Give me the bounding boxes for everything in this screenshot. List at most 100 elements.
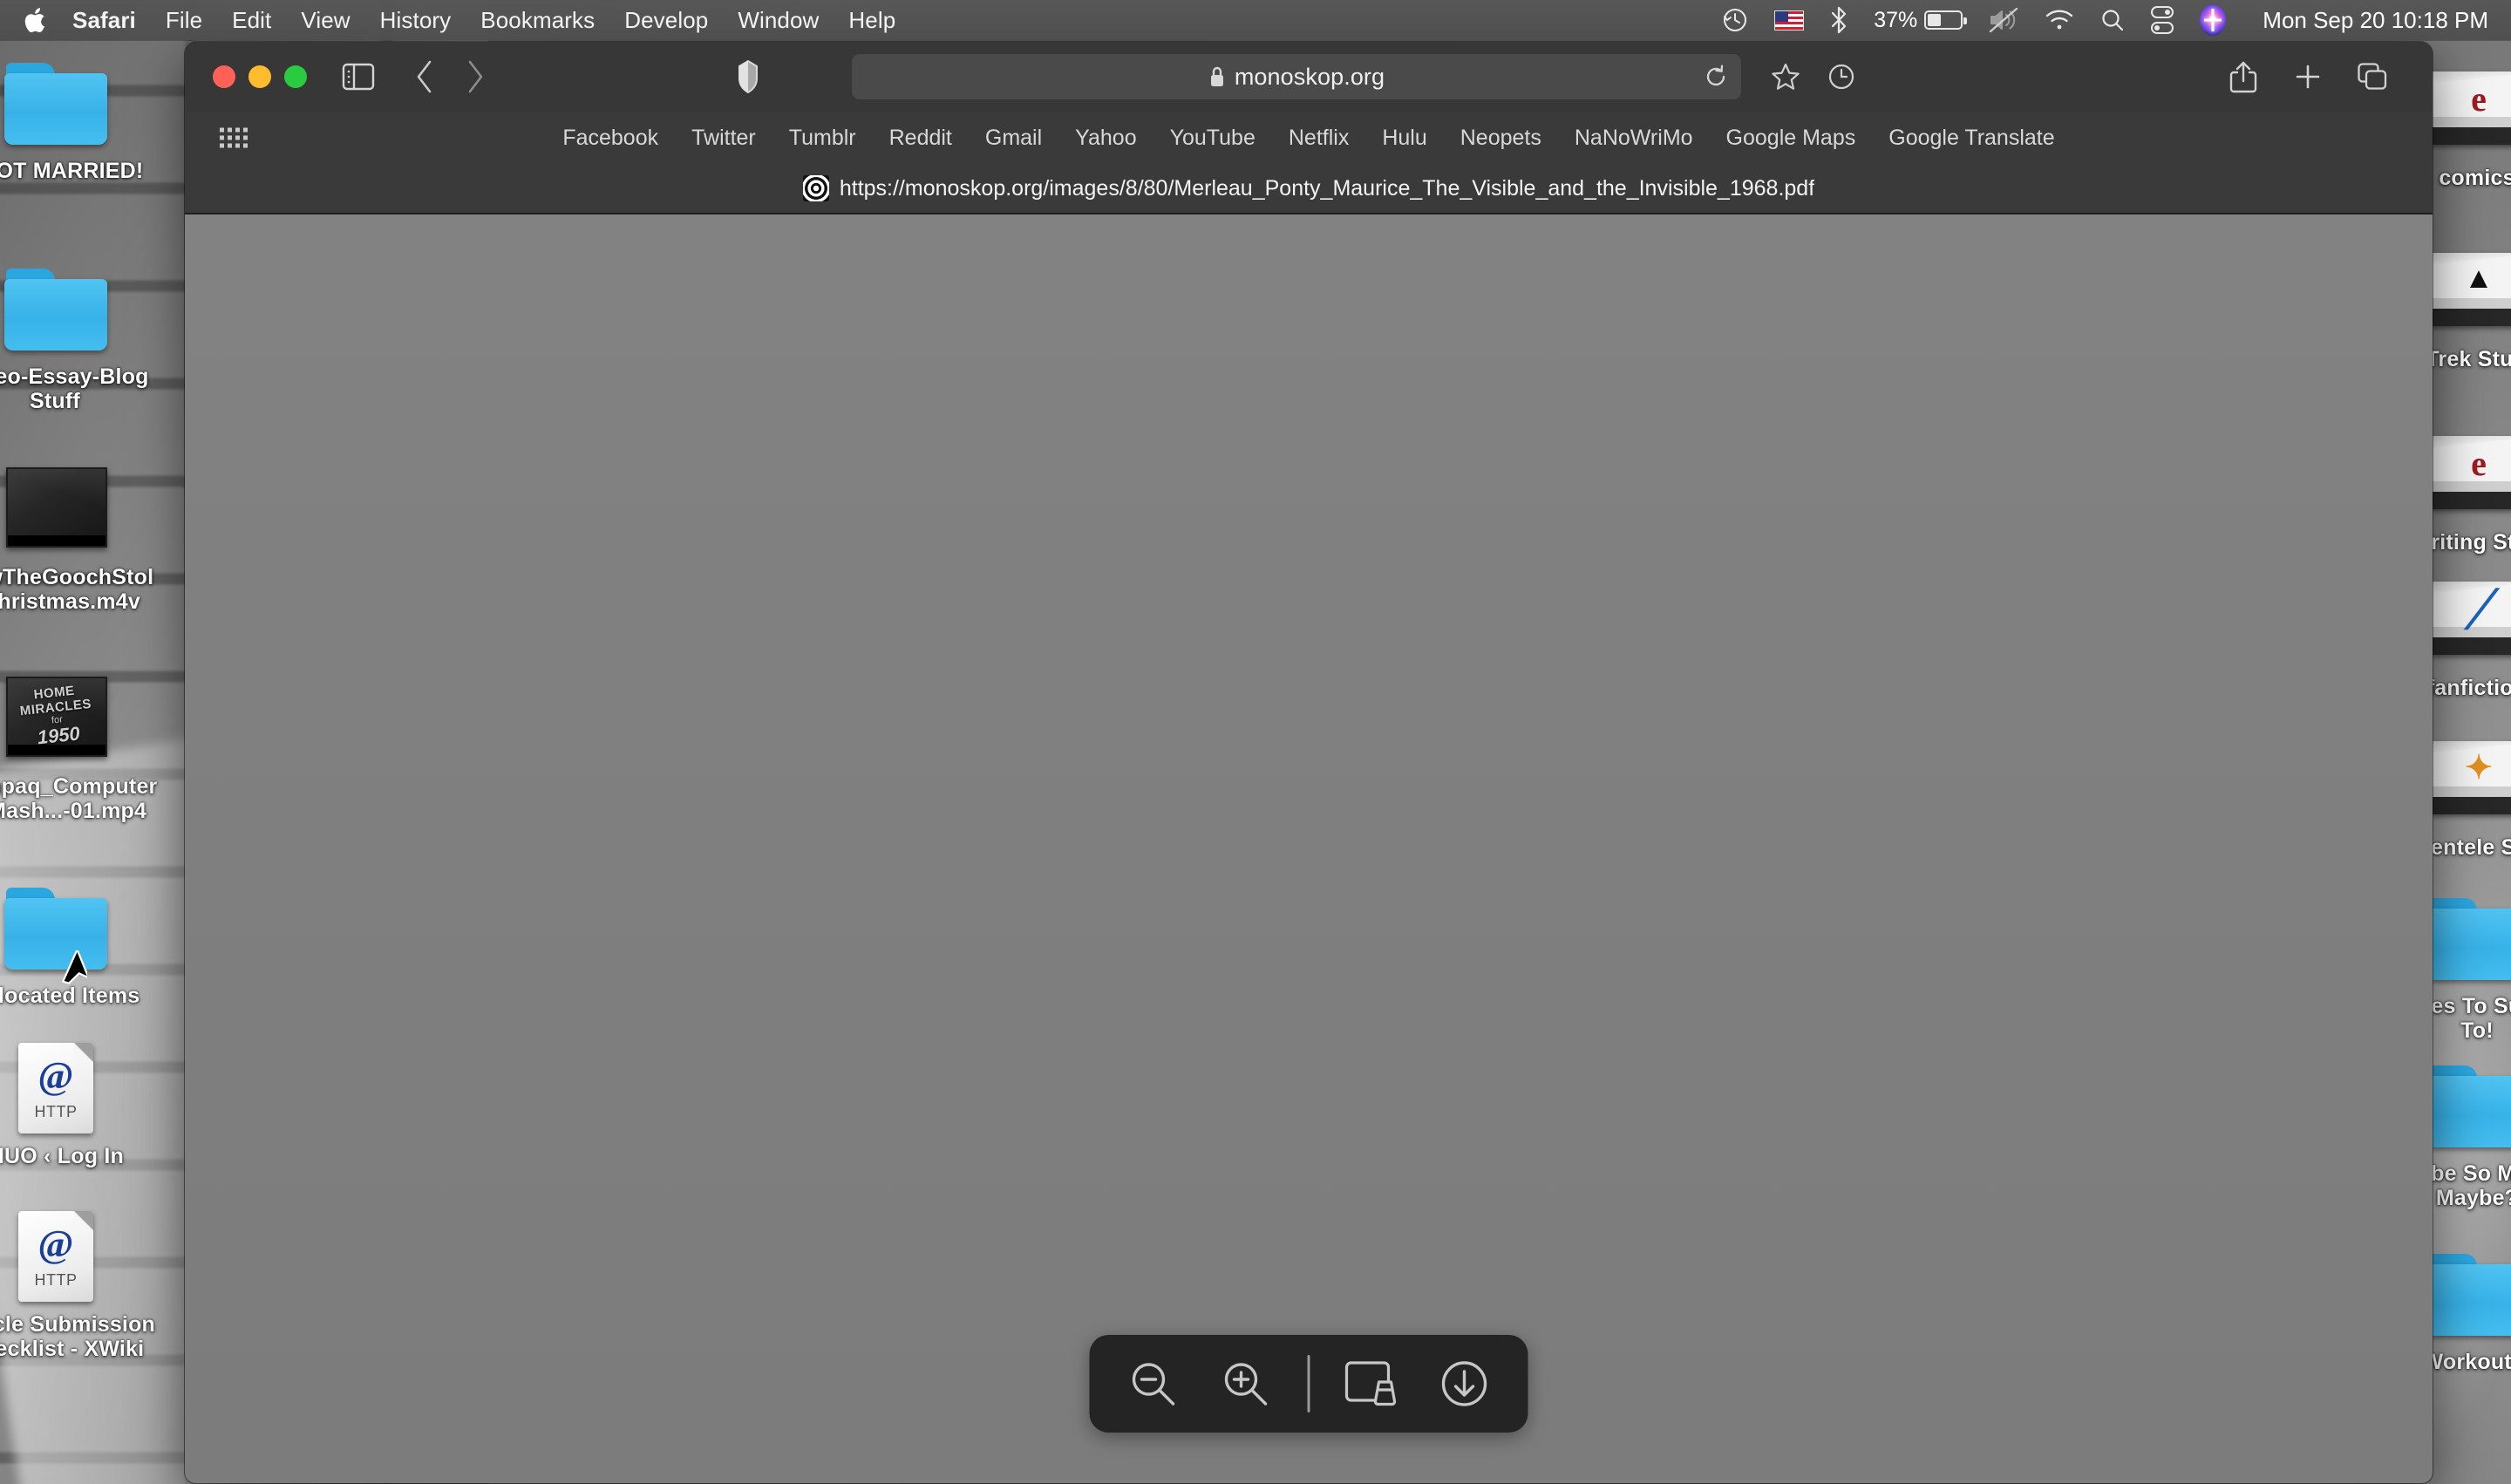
time-machine-icon[interactable] [1709, 0, 1761, 40]
mouse-pointer [58, 947, 91, 989]
icon-mark: ✦ [2465, 750, 2493, 786]
zoom-button[interactable] [284, 65, 307, 88]
webloc-at-symbol: @ [37, 1054, 74, 1097]
bookmark-yahoo[interactable]: Yahoo [1058, 126, 1153, 151]
address-text: monoskop.org [1234, 63, 1385, 90]
bookmark-youtube[interactable]: YouTube [1153, 126, 1272, 151]
wifi-icon[interactable] [2031, 0, 2087, 40]
control-center-icon[interactable] [2138, 0, 2187, 40]
bookmark-reddit[interactable]: Reddit [873, 126, 969, 151]
desktop-icon-muo-log-in[interactable]: @ HTTP MUO ‹ Log In [0, 1039, 155, 1168]
bookmark-netflix[interactable]: Netflix [1272, 126, 1365, 151]
comic-document-icon: e [2421, 425, 2511, 521]
toolbar-right-buttons [2218, 51, 2433, 102]
bluetooth-icon[interactable] [1817, 0, 1861, 40]
icon-mark: ╱ [2467, 589, 2490, 629]
icon-mark: ▲ [2464, 262, 2494, 295]
folder-icon [2421, 1057, 2511, 1153]
volume-muted-icon[interactable] [1976, 0, 2031, 40]
menu-edit[interactable]: Edit [217, 7, 286, 34]
open-in-preview-icon[interactable] [1342, 1353, 1403, 1414]
address-accessory-icons [1760, 51, 1867, 102]
navigation-buttons [399, 51, 500, 102]
menu-develop[interactable]: Develop [609, 7, 723, 34]
tab-overview-icon[interactable] [2347, 51, 2398, 102]
menu-view[interactable]: View [286, 7, 364, 34]
menu-history[interactable]: History [365, 7, 466, 34]
menu-window[interactable]: Window [723, 7, 834, 34]
minimize-button[interactable] [248, 65, 271, 88]
bookmark-tumblr[interactable]: Tumblr [772, 126, 873, 151]
desktop-icon-video-essay-blog-stuff[interactable]: Video-Essay-Blog Stuff [0, 260, 155, 413]
folder-icon [0, 879, 111, 975]
desktop-icon-article-submission-checklist[interactable]: @ HTTP Article Submission Checklist - XW… [0, 1208, 155, 1361]
apple-logo-icon[interactable] [16, 6, 58, 34]
menu-bar-status-items: 37% Mon Sep 20 10:18 PM [1709, 0, 2511, 40]
desktop-icon-label: I GOT MARRIED! [0, 159, 144, 183]
bookmark-facebook[interactable]: Facebook [546, 126, 675, 151]
desktop-icon-label: MUO ‹ Log In [0, 1144, 124, 1168]
tab-active[interactable]: https://monoskop.org/images/8/80/Merleau… [802, 175, 1814, 201]
magnifier-minus-icon[interactable] [1123, 1353, 1184, 1414]
desktop-icon-compaq-computers-mashup[interactable]: HOME MIRACLES for 1950 Compaq_Computers_… [0, 670, 158, 823]
webloc-icon: @ HTTP [0, 1208, 111, 1304]
comic-document-icon: ✦ [2421, 731, 2511, 827]
bookmark-google-maps[interactable]: Google Maps [1710, 126, 1873, 151]
magnifier-plus-icon[interactable] [1215, 1353, 1276, 1414]
desktop-icon-label: HowTheGoochStoleChristmas.m4v [0, 565, 154, 614]
comic-document-icon: e [2421, 61, 2511, 157]
sidebar-icon[interactable] [333, 51, 384, 102]
menu-bar-clock[interactable]: Mon Sep 20 10:18 PM [2239, 0, 2488, 40]
desktop-icon-label: Compaq_Computers_Mash...-01.mp4 [0, 774, 158, 823]
menu-bookmarks[interactable]: Bookmarks [466, 7, 609, 34]
us-flag-icon[interactable] [1761, 0, 1817, 40]
address-input[interactable]: monoskop.org [852, 54, 1741, 99]
privacy-shield-icon[interactable] [723, 51, 773, 102]
safari-window[interactable]: monoskop.org Facebook Twitter Tumblr Red… [185, 42, 2433, 1483]
menu-help[interactable]: Help [834, 7, 910, 34]
menu-file[interactable]: File [151, 7, 217, 34]
folder-icon [2421, 889, 2511, 985]
siri-icon[interactable] [2187, 0, 2239, 40]
clock-icon[interactable] [1816, 51, 1867, 102]
desktop-icon-howthegoochstolechristmas[interactable]: HowTheGoochStoleChristmas.m4v [0, 460, 155, 614]
macos-menu-bar: Safari File Edit View History Bookmarks … [0, 0, 2511, 40]
menu-safari[interactable]: Safari [58, 7, 151, 34]
icon-mark: e [2471, 444, 2487, 483]
desktop-icon-label: Video-Essay-Blog Stuff [0, 364, 149, 413]
close-button[interactable] [213, 65, 235, 88]
bookmark-twitter[interactable]: Twitter [675, 126, 772, 151]
download-arrow-icon[interactable] [1434, 1353, 1495, 1414]
forward-button[interactable] [450, 51, 500, 102]
desktop-icon-i-got-married[interactable]: I GOT MARRIED! [0, 54, 155, 183]
search-icon[interactable] [2087, 0, 2138, 40]
bookmark-google-translate[interactable]: Google Translate [1872, 126, 2071, 151]
window-traffic-lights [185, 65, 307, 88]
plus-icon[interactable] [2283, 51, 2333, 102]
share-icon[interactable] [2218, 51, 2269, 102]
reload-icon[interactable] [1703, 64, 1729, 90]
webloc-type-label: HTTP [34, 1103, 78, 1120]
comic-document-icon: ╱ [2421, 571, 2511, 667]
bookmark-neopets[interactable]: Neopets [1444, 126, 1558, 151]
webloc-at-symbol: @ [37, 1222, 74, 1265]
star-icon[interactable] [1760, 51, 1811, 102]
bookmark-nanowrimo[interactable]: NaNoWriMo [1558, 126, 1710, 151]
thumb-line-3: 1950 [36, 722, 81, 749]
battery-status[interactable]: 37% [1861, 0, 1976, 40]
bookmarks-bar: Facebook Twitter Tumblr Reddit Gmail Yah… [185, 112, 2433, 164]
folder-icon [2421, 1245, 2511, 1341]
bookmark-hulu[interactable]: Hulu [1365, 126, 1443, 151]
toolbar-divider [1307, 1355, 1310, 1413]
comic-document-icon: ▲ [2421, 242, 2511, 338]
folder-icon [0, 260, 111, 356]
back-button[interactable] [399, 51, 450, 102]
pdf-toolbar [1089, 1335, 1528, 1433]
pdf-viewer-content[interactable] [185, 214, 2433, 1483]
bookmarks-list: Facebook Twitter Tumblr Reddit Gmail Yah… [546, 126, 2071, 151]
battery-percent-label: 37% [1874, 7, 1918, 32]
webloc-type-label: HTTP [34, 1271, 78, 1289]
bookmark-gmail[interactable]: Gmail [969, 126, 1058, 151]
bookmarks-grid-icon[interactable] [220, 127, 248, 148]
battery-icon [1924, 10, 1968, 30]
